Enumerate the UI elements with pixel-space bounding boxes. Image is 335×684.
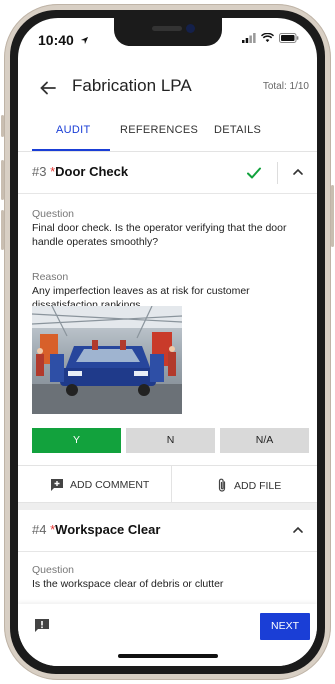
- check-icon: [247, 167, 261, 179]
- attachment-photo[interactable]: [32, 306, 182, 414]
- status-icons: [242, 33, 299, 43]
- wifi-icon: [261, 33, 274, 43]
- section-separator: [18, 503, 317, 510]
- add-file-button[interactable]: ADD FILE: [216, 478, 281, 493]
- home-indicator: [118, 654, 218, 658]
- progress-total: Total: 1/10: [262, 81, 309, 92]
- active-tab-indicator: [32, 149, 110, 151]
- question-title: Door Check: [55, 164, 129, 179]
- question-actions: ADD COMMENT ADD FILE: [18, 465, 317, 504]
- add-file-label: ADD FILE: [234, 479, 282, 492]
- chevron-up-icon[interactable]: [292, 166, 304, 178]
- page-title: Fabrication LPA: [72, 76, 192, 95]
- add-comment-button[interactable]: ADD COMMENT: [50, 478, 149, 492]
- question-3-header[interactable]: #3 *Door Check: [18, 152, 317, 194]
- question-text: Is the workspace clear of debris or clut…: [32, 578, 224, 590]
- question-title: Workspace Clear: [55, 522, 161, 537]
- camera: [186, 24, 195, 33]
- divider: [277, 162, 278, 184]
- phone-volume-up-button: [1, 160, 4, 200]
- add-comment-icon: [51, 479, 63, 491]
- tab-references[interactable]: REFERENCES: [120, 124, 198, 136]
- paperclip-icon: [218, 478, 226, 492]
- phone-volume-down-button: [1, 210, 4, 250]
- answer-no-button[interactable]: N: [126, 428, 215, 453]
- bottom-bar: NEXT: [18, 604, 317, 666]
- phone-side-button: [1, 115, 4, 137]
- question-number: #4: [32, 522, 47, 537]
- divider: [171, 466, 172, 504]
- reason-label: Reason: [32, 271, 69, 283]
- chevron-up-icon[interactable]: [292, 524, 304, 536]
- app-screen: 10:40 Fabrication LPA Total: 1/10 AUDIT …: [18, 18, 317, 666]
- status-time: 10:40: [38, 32, 89, 48]
- question-label: Question: [32, 564, 75, 576]
- question-number: #3: [32, 164, 47, 179]
- status-time-text: 10:40: [38, 32, 74, 48]
- next-button[interactable]: NEXT: [260, 613, 310, 640]
- answer-yes-button[interactable]: Y: [32, 428, 121, 453]
- location-arrow-icon: [80, 36, 88, 45]
- battery-icon: [279, 33, 299, 43]
- question-text: Final door check. Is the operator verify…: [32, 222, 287, 248]
- question-4-title: #4 *Workspace Clear: [32, 522, 160, 537]
- tab-audit[interactable]: AUDIT: [56, 124, 91, 136]
- notch: [114, 18, 222, 46]
- tab-details[interactable]: DETAILS: [214, 124, 261, 136]
- question-3-title: #3 *Door Check: [32, 164, 128, 179]
- question-label: Question: [32, 208, 75, 220]
- signal-icon: [242, 33, 256, 43]
- speaker: [152, 26, 182, 31]
- app-header: Fabrication LPA Total: 1/10: [18, 68, 317, 112]
- tab-bar: AUDIT REFERENCES DETAILS: [18, 112, 317, 152]
- answer-na-button[interactable]: N/A: [220, 428, 309, 453]
- report-issue-icon[interactable]: [34, 618, 50, 634]
- factory-car-image: [32, 306, 182, 414]
- back-arrow-icon[interactable]: [38, 78, 58, 98]
- phone-power-button: [331, 185, 334, 247]
- add-comment-label: ADD COMMENT: [70, 479, 150, 491]
- question-4-header[interactable]: #4 *Workspace Clear: [18, 510, 317, 552]
